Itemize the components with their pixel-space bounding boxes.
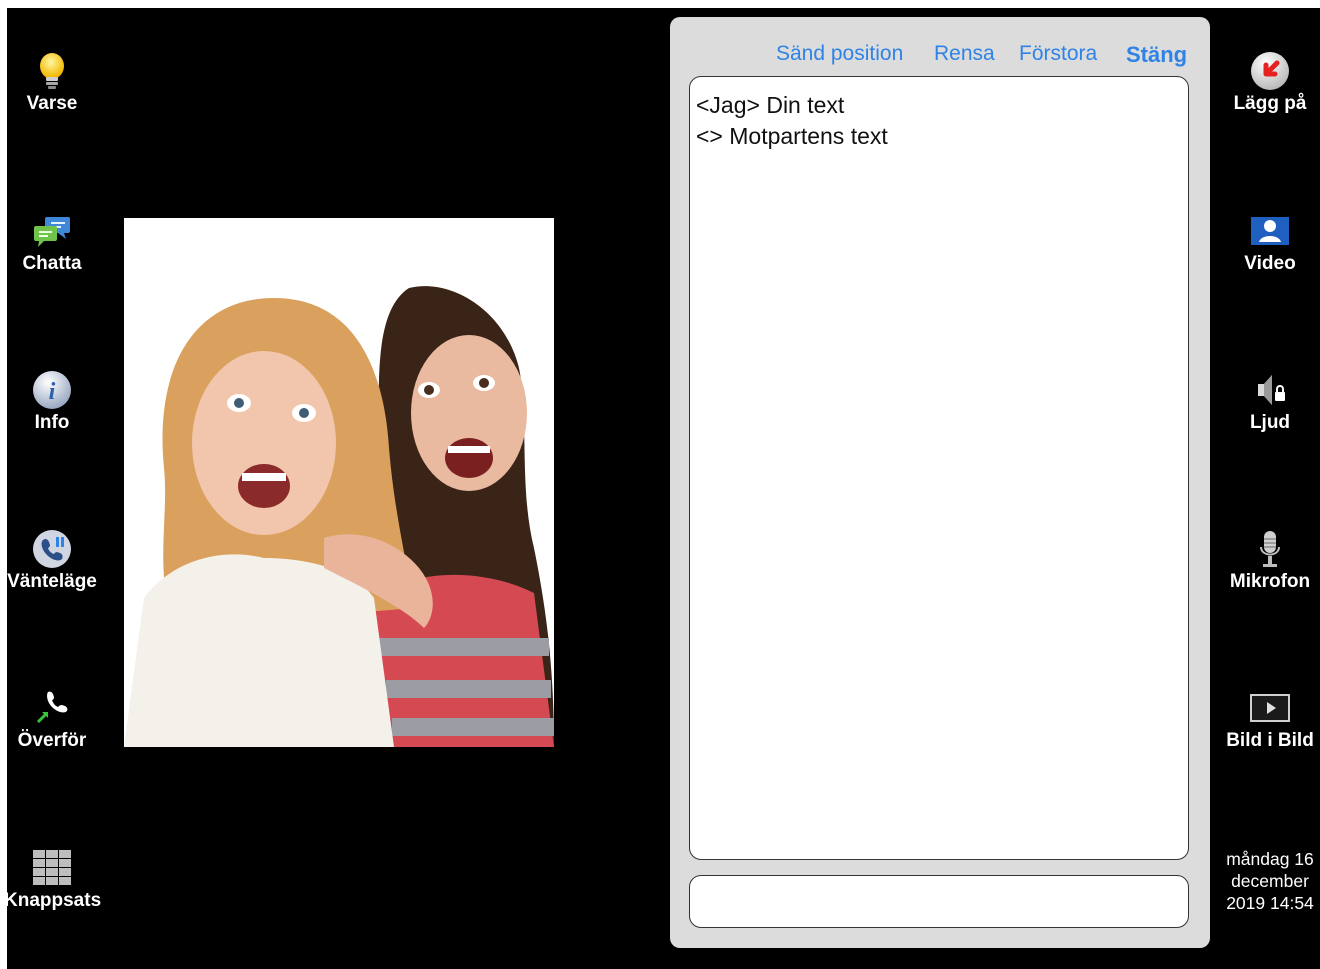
date-line-3: 2019 14:54	[1226, 893, 1314, 913]
video-label: Video	[1244, 253, 1296, 274]
alert-button[interactable]: Varse	[7, 51, 100, 131]
date-time-display: måndag 16 december 2019 14:54	[1218, 848, 1320, 914]
chat-line-remote: <> Motpartens text	[696, 123, 888, 149]
microphone-button[interactable]: Mikrofon	[1222, 529, 1318, 609]
info-label: Info	[34, 412, 70, 433]
microphone-icon	[1260, 531, 1280, 567]
enlarge-button[interactable]: Förstora	[1019, 42, 1097, 66]
keypad-label: Knappsats	[7, 890, 102, 911]
hold-label: Vänteläge	[7, 571, 97, 592]
video-button[interactable]: Video	[1222, 211, 1318, 291]
send-position-button[interactable]: Sänd position	[776, 42, 903, 66]
video-person-icon	[1251, 217, 1289, 245]
chat-line-own: <Jag> Din text	[696, 92, 845, 118]
clear-button[interactable]: Rensa	[934, 42, 995, 66]
call-transfer-icon	[36, 691, 68, 724]
transfer-label: Överför	[17, 730, 87, 751]
chat-input[interactable]	[689, 875, 1189, 928]
info-icon: i	[33, 371, 71, 409]
alert-label: Varse	[26, 93, 78, 114]
transfer-button[interactable]: Överför	[7, 688, 100, 768]
svg-text:i: i	[49, 379, 56, 405]
phone-hold-icon	[33, 530, 71, 568]
picture-in-picture-button[interactable]: Bild i Bild	[1222, 688, 1318, 768]
microphone-label: Mikrofon	[1229, 571, 1311, 592]
hang-up-button[interactable]: Lägg på	[1222, 51, 1318, 131]
video-call-screen: Varse Chatta i Info Vänteläge Överför Kn…	[7, 8, 1320, 969]
info-button[interactable]: i Info	[7, 370, 100, 450]
hang-up-icon	[1251, 52, 1289, 90]
hang-up-label: Lägg på	[1233, 93, 1307, 114]
keypad-button[interactable]: Knappsats	[7, 848, 102, 928]
date-line-2: december	[1231, 871, 1309, 891]
chat-button[interactable]: Chatta	[7, 211, 100, 291]
lightbulb-icon	[40, 53, 64, 89]
sound-button[interactable]: Ljud	[1222, 370, 1318, 450]
hold-button[interactable]: Vänteläge	[7, 529, 100, 609]
chat-panel: Sänd position Rensa Förstora Stäng <Jag>…	[670, 17, 1210, 948]
speaker-locked-icon	[1258, 375, 1285, 405]
close-button[interactable]: Stäng	[1126, 42, 1187, 68]
sound-label: Ljud	[1249, 412, 1291, 433]
keypad-icon	[33, 850, 71, 885]
picture-in-picture-icon	[1250, 694, 1290, 722]
chat-bubbles-icon	[34, 217, 70, 247]
date-line-1: måndag 16	[1226, 849, 1314, 869]
picture-in-picture-label: Bild i Bild	[1226, 730, 1314, 751]
chat-log: <Jag> Din text <> Motpartens text	[689, 76, 1189, 860]
remote-video-image	[124, 218, 554, 747]
chat-label: Chatta	[22, 253, 82, 274]
